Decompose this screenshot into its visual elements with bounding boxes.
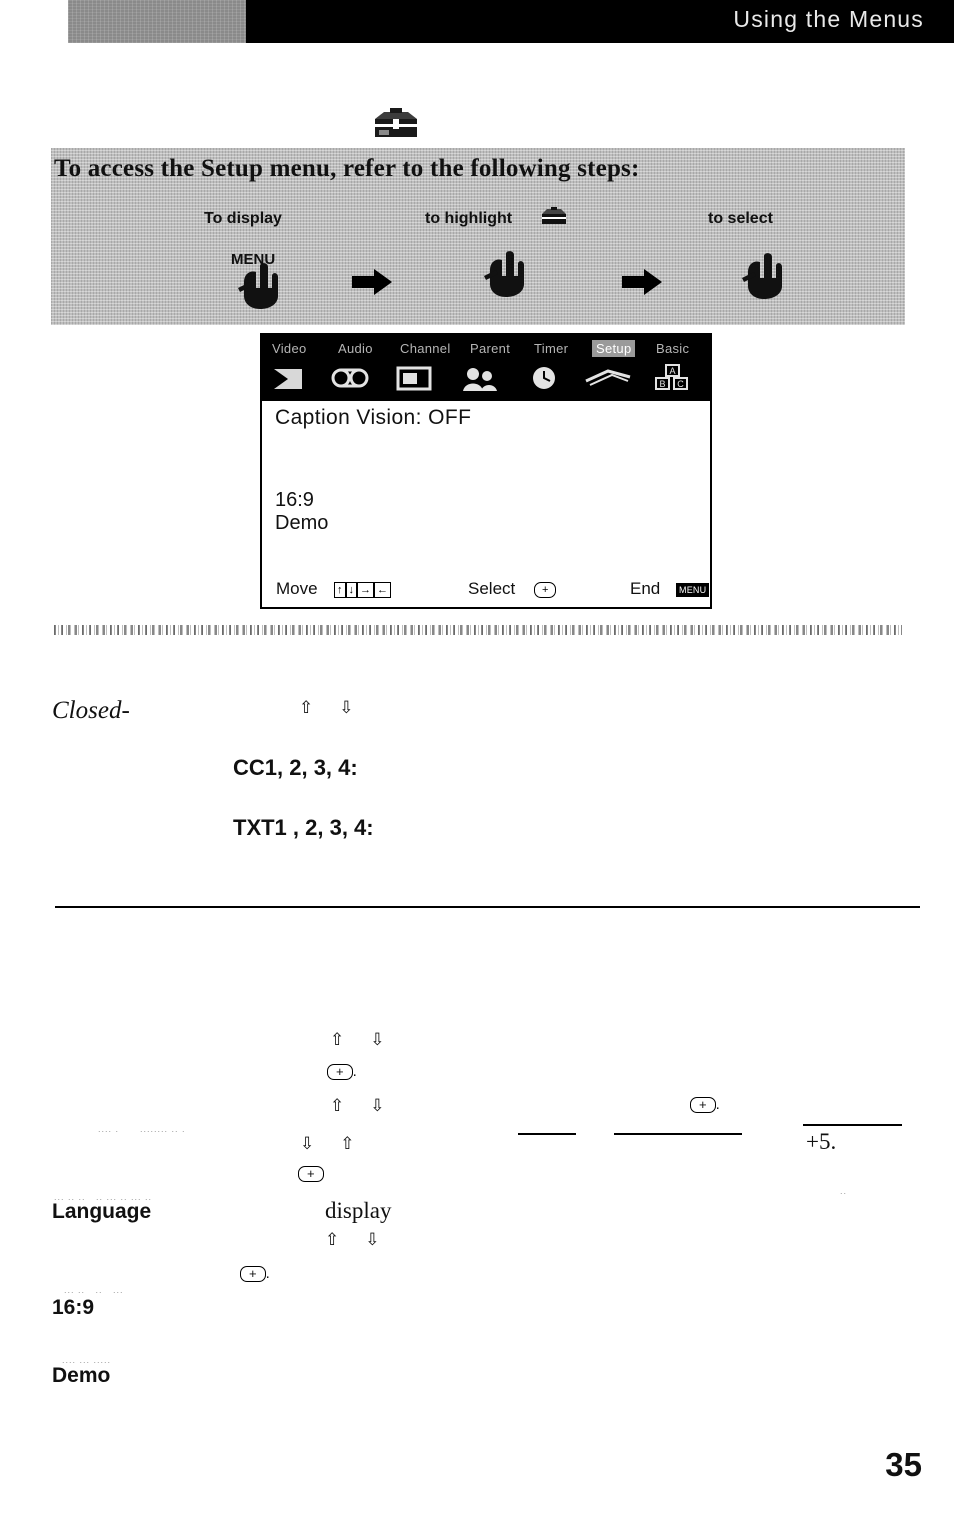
tv-tab-timer[interactable]: Timer <box>534 341 568 356</box>
tv-screen-body: Caption Vision: OFF 16:9 Demo Move ↑ ↓ → ← … <box>262 401 710 607</box>
basic-abc-icon: A B C <box>652 363 696 393</box>
tv-menu-bar: Video Audio Channel Parent Timer Setup B… <box>262 335 710 401</box>
section-divider <box>55 906 920 908</box>
blank-rule-2 <box>614 1133 742 1135</box>
arrow-down-icon: ⇩ <box>300 1134 341 1154</box>
svg-text:A: A <box>669 366 675 376</box>
parent-icon <box>458 363 502 393</box>
arrow-pair-5: ⇧⇩ <box>325 1230 406 1250</box>
channel-icon <box>392 363 436 393</box>
arrow-left-key[interactable]: ← <box>374 582 391 599</box>
step-3-label: to select <box>708 210 773 227</box>
txt-channels-label: TXT1 , 2, 3, 4: <box>233 815 374 840</box>
plus-key-icon[interactable]: + <box>327 1064 353 1081</box>
tv-move-label: Move <box>276 579 318 598</box>
toolbox-icon-inline <box>540 206 568 226</box>
tv-tab-setup[interactable]: Setup <box>592 340 636 357</box>
arrow-down-key[interactable]: ↓ <box>345 582 357 599</box>
period-mark: . <box>352 1063 357 1080</box>
ratio-169-label: 16:9 <box>52 1296 95 1319</box>
plus-key-chip-2[interactable]: +. <box>690 1096 720 1114</box>
right-arrow-icon-1 <box>352 268 392 301</box>
arrow-right-key[interactable]: → <box>357 582 374 599</box>
pointing-hand-icon-1 <box>236 262 278 315</box>
arrow-up-icon: ⇧ <box>325 1230 366 1250</box>
arrow-pair-2: ⇧⇩ <box>330 1030 411 1050</box>
pointing-hand-icon-2 <box>482 250 524 303</box>
video-icon <box>268 363 312 393</box>
tv-end-key[interactable]: MENU <box>676 581 710 599</box>
tv-move-keys: ↑ ↓ → ← <box>334 581 391 599</box>
tv-select-label: Select <box>468 579 516 598</box>
tv-end-label: End <box>630 579 661 598</box>
arrow-pair-1: ⇧⇩ <box>299 698 380 718</box>
tv-footer-bar: Move ↑ ↓ → ← Select + End MENU <box>262 579 710 603</box>
timer-icon <box>522 363 566 393</box>
audio-icon <box>328 363 372 393</box>
tv-tab-video[interactable]: Video <box>272 341 307 356</box>
plus-key-icon[interactable]: + <box>690 1097 716 1114</box>
arrow-up-icon: ⇧ <box>330 1030 371 1050</box>
tv-select-key[interactable]: + <box>534 581 557 599</box>
arrow-pair-4: ⇩⇧ <box>300 1134 381 1154</box>
period-mark: . <box>265 1265 270 1282</box>
display-word: display <box>325 1198 392 1223</box>
blank-rule-3 <box>803 1124 902 1126</box>
arrow-up-key[interactable]: ↑ <box>334 582 346 599</box>
menu-key-icon[interactable]: MENU <box>676 583 710 598</box>
blank-rule-1 <box>518 1133 576 1135</box>
plus-key-chip-4[interactable]: +. <box>240 1265 270 1283</box>
toolbox-icon <box>369 106 423 140</box>
plus-key-chip-3[interactable]: + <box>298 1165 324 1183</box>
plus-five-label: +5. <box>806 1129 837 1154</box>
arrow-up-icon: ⇧ <box>340 1134 381 1154</box>
cc-channels-label: CC1, 2, 3, 4: <box>233 755 358 780</box>
arrow-down-icon: ⇩ <box>370 1096 411 1116</box>
tv-tab-parent[interactable]: Parent <box>470 341 510 356</box>
arrow-pair-3: ⇧⇩ <box>330 1096 411 1116</box>
header-noise-block <box>68 0 246 43</box>
tv-tab-basic[interactable]: Basic <box>656 341 689 356</box>
arrow-down-icon: ⇩ <box>365 1230 406 1250</box>
pointing-hand-icon-3 <box>740 252 782 305</box>
language-label: Language <box>52 1200 152 1223</box>
tv-tab-channel[interactable]: Channel <box>400 341 451 356</box>
caption-vision-row[interactable]: Caption Vision: OFF <box>275 406 471 430</box>
svg-text:C: C <box>677 379 684 389</box>
faint-artifact-3: ... .. .. ... <box>64 1285 124 1295</box>
step-1-label: To display <box>204 210 282 227</box>
faint-artifact-1: .... . ........ .. . <box>98 1124 186 1134</box>
plus-key-icon[interactable]: + <box>240 1266 266 1283</box>
closed-caption-label: Closed- <box>52 697 130 724</box>
plus-key-icon[interactable]: + <box>534 582 557 599</box>
tv-screen-mock: Video Audio Channel Parent Timer Setup B… <box>260 333 712 609</box>
faint-artifact-5: .. <box>840 1186 848 1196</box>
arrow-down-icon: ⇩ <box>370 1030 411 1050</box>
tv-tab-audio[interactable]: Audio <box>338 341 373 356</box>
svg-text:B: B <box>659 379 665 389</box>
arrow-up-icon: ⇧ <box>299 698 340 718</box>
tv-ratio-row[interactable]: 16:9 <box>275 489 314 512</box>
plus-key-icon[interactable]: + <box>298 1166 324 1183</box>
step-2-label: to highlight <box>425 210 513 227</box>
setup-toolbox-icon <box>582 363 631 393</box>
arrow-down-icon: ⇩ <box>339 698 380 718</box>
right-arrow-icon-2 <box>622 268 662 301</box>
period-mark: . <box>715 1096 720 1113</box>
scan-artifact-rule <box>54 625 902 635</box>
arrow-up-icon: ⇧ <box>330 1096 371 1116</box>
demo-label: Demo <box>52 1364 111 1387</box>
page-number: 35 <box>885 1446 922 1483</box>
page-title: Using the Menus <box>733 6 924 32</box>
instruction-heading: To access the Setup menu, refer to the f… <box>54 155 640 182</box>
tv-demo-row[interactable]: Demo <box>275 512 328 535</box>
plus-key-chip-1[interactable]: +. <box>327 1063 357 1081</box>
